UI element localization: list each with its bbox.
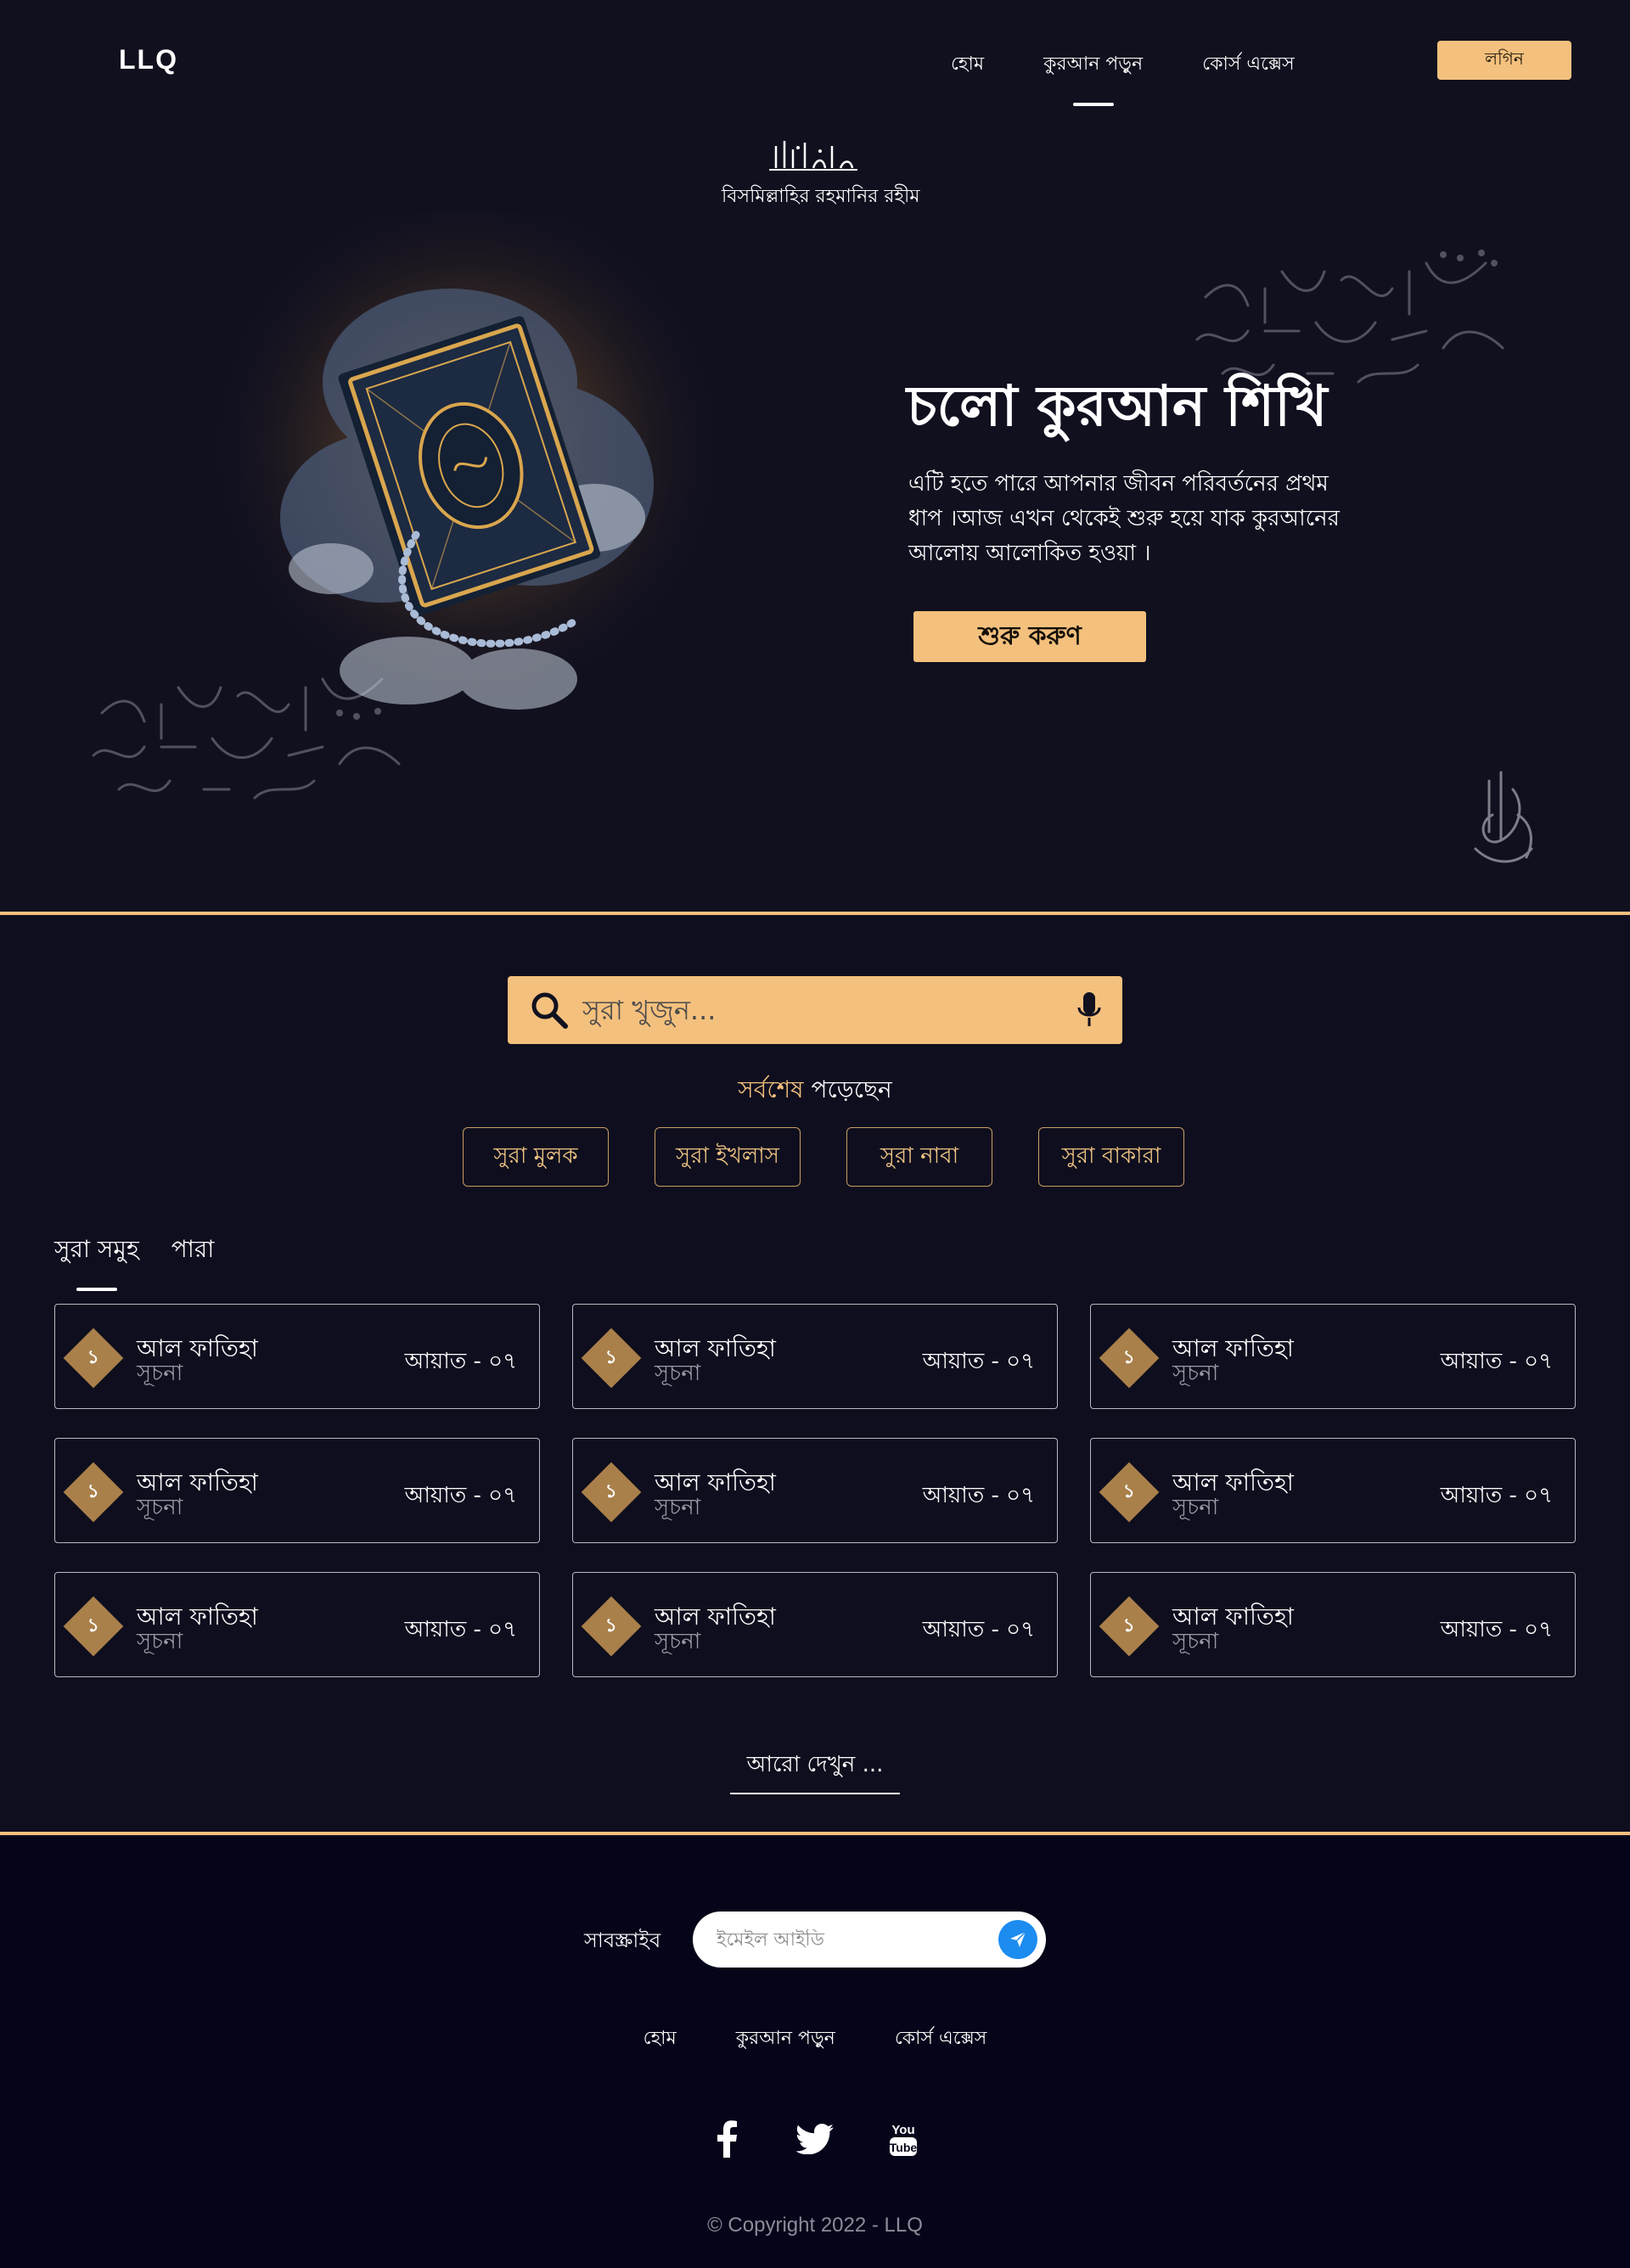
quran-illustration xyxy=(195,212,739,730)
hero-section: LLQ হোম কুরআন পড়ুন কোর্স এক্সেস লগিন বি… xyxy=(0,0,1630,912)
footer: সাবস্ক্রাইব হোম কুরআন পড়ুন কোর্স এক্সেস… xyxy=(0,1837,1630,2268)
bismillah-text: বিসমিল্লাহির রহমানির রহীম xyxy=(722,186,920,207)
sura-card[interactable]: ১ আল ফাতিহা সূচনা আয়াত - ০৭ xyxy=(54,1304,540,1409)
recent-sura-chip[interactable]: সুরা মুলক xyxy=(463,1127,609,1187)
sura-card[interactable]: ১ আল ফাতিহা সূচনা আয়াত - ০৭ xyxy=(572,1304,1058,1409)
sura-tabs: সুরা সমুহ পারা xyxy=(54,1231,214,1271)
youtube-icon[interactable]: You Tube xyxy=(885,2120,922,2158)
sura-meaning: সূচনা xyxy=(655,1495,701,1520)
see-more-link[interactable]: আরো দেখুন ... xyxy=(730,1747,900,1794)
sura-number-badge: ১ xyxy=(63,1462,124,1523)
hero-title: চলো কুরআন শিখি xyxy=(907,373,1328,439)
tab-suras[interactable]: সুরা সমুহ xyxy=(54,1231,139,1271)
main-nav: হোম কুরআন পড়ুন কোর্স এক্সেস xyxy=(951,49,1354,81)
paper-plane-icon xyxy=(1010,1931,1026,1947)
sura-meaning: সূচনা xyxy=(655,1629,701,1654)
facebook-icon[interactable] xyxy=(708,2120,745,2158)
nav-read-quran[interactable]: কুরআন পড়ুন xyxy=(1043,49,1143,81)
site-logo[interactable]: LLQ xyxy=(119,44,178,76)
recently-read-list: সুরা মুলক সুরা ইখলাস সুরা নাবা সুরা বাকা… xyxy=(463,1127,1184,1187)
sura-number-badge: ১ xyxy=(581,1328,642,1389)
recent-sura-chip[interactable]: সুরা ইখলাস xyxy=(655,1127,801,1187)
sura-card[interactable]: ১ আল ফাতিহা সূচনা আয়াত - ০৭ xyxy=(572,1572,1058,1677)
login-button[interactable]: লগিন xyxy=(1437,41,1571,80)
sura-ayat-count: আয়াত - ০৭ xyxy=(1440,1483,1553,1508)
sura-number-badge: ১ xyxy=(1099,1328,1160,1389)
sura-number: ১ xyxy=(87,1614,100,1636)
sura-number-badge: ১ xyxy=(581,1462,642,1523)
sura-ayat-count: আয়াত - ০৭ xyxy=(922,1349,1035,1374)
nav-home[interactable]: হোম xyxy=(951,49,984,81)
recent-sura-chip[interactable]: সুরা বাকারা xyxy=(1038,1127,1184,1187)
svg-text:Tube: Tube xyxy=(890,2141,918,2154)
sura-meaning: সূচনা xyxy=(1172,1361,1219,1386)
sura-search-bar[interactable] xyxy=(508,976,1122,1044)
sura-number-badge: ১ xyxy=(581,1596,642,1657)
sura-meaning: সূচনা xyxy=(137,1361,183,1386)
sura-meaning: সূচনা xyxy=(137,1629,183,1654)
search-icon xyxy=(531,992,568,1029)
footer-link-read-quran[interactable]: কুরআন পড়ুন xyxy=(736,2024,835,2055)
search-input[interactable] xyxy=(569,976,1076,1044)
sura-ayat-count: আয়াত - ০৭ xyxy=(404,1483,517,1508)
sura-number: ১ xyxy=(1122,1346,1136,1368)
sura-grid: ১ আল ফাতিহা সূচনা আয়াত - ০৭ ১ আল ফাতিহা… xyxy=(54,1304,1577,1677)
sura-card[interactable]: ১ আল ফাতিহা সূচনা আয়াত - ০৭ xyxy=(1090,1304,1576,1409)
sura-card[interactable]: ১ আল ফাতিহা সূচনা আয়াত - ০৭ xyxy=(54,1438,540,1543)
send-button[interactable] xyxy=(998,1920,1037,1959)
bismillah-calligraphy-icon xyxy=(769,141,857,171)
sura-ayat-count: আয়াত - ০৭ xyxy=(922,1483,1035,1508)
sura-number: ১ xyxy=(604,1346,618,1368)
sura-number: ১ xyxy=(604,1614,618,1636)
sura-ayat-count: আয়াত - ০৭ xyxy=(922,1617,1035,1642)
recently-read-title: সর্বশেষ পড়েছেন xyxy=(0,1071,1630,1111)
sura-ayat-count: আয়াত - ০৭ xyxy=(404,1617,517,1642)
copyright-text: © Copyright 2022 - LLQ xyxy=(707,2214,923,2237)
sura-card[interactable]: ১ আল ফাতিহা সূচনা আয়াত - ০৭ xyxy=(572,1438,1058,1543)
recently-read-rest: পড়েছেন xyxy=(803,1075,892,1103)
microphone-icon[interactable] xyxy=(1076,991,1102,1030)
sura-meaning: সূচনা xyxy=(1172,1495,1219,1520)
recent-sura-chip[interactable]: সুরা নাবা xyxy=(846,1127,992,1187)
sura-meaning: সূচনা xyxy=(137,1495,183,1520)
sura-number: ১ xyxy=(1122,1480,1136,1502)
footer-link-home[interactable]: হোম xyxy=(644,2024,677,2055)
sura-meaning: সূচনা xyxy=(1172,1629,1219,1654)
footer-nav: হোম কুরআন পড়ুন কোর্স এক্সেস xyxy=(0,2024,1630,2055)
sura-number-badge: ১ xyxy=(1099,1462,1160,1523)
sura-number: ১ xyxy=(1122,1614,1136,1636)
sura-ayat-count: আয়াত - ০৭ xyxy=(404,1349,517,1374)
recently-read-accent: সর্বশেষ xyxy=(738,1075,804,1103)
hero-divider xyxy=(0,912,1630,915)
arabic-calligraphy-emblem xyxy=(1474,771,1533,863)
email-input[interactable] xyxy=(693,1928,998,1951)
subscribe-form xyxy=(693,1912,1046,1968)
sura-number: ১ xyxy=(87,1346,100,1368)
svg-text:You: You xyxy=(891,2123,914,2137)
start-button[interactable]: শুরু করুণ xyxy=(913,611,1146,662)
sura-card[interactable]: ১ আল ফাতিহা সূচনা আয়াত - ০৭ xyxy=(54,1572,540,1677)
sura-number-badge: ১ xyxy=(63,1328,124,1389)
footer-divider xyxy=(0,1832,1630,1835)
sura-ayat-count: আয়াত - ০৭ xyxy=(1440,1349,1553,1374)
bismillah-block: বিসমিল্লাহির রহমানির রহীম xyxy=(722,138,920,213)
sura-number: ১ xyxy=(87,1480,100,1502)
subscribe-label: সাবস্ক্রাইব xyxy=(584,1928,661,1952)
sura-number: ১ xyxy=(604,1480,618,1502)
tab-para[interactable]: পারা xyxy=(171,1231,215,1271)
footer-link-course-access[interactable]: কোর্স এক্সেস xyxy=(895,2024,987,2055)
nav-course-access[interactable]: কোর্স এক্সেস xyxy=(1202,49,1295,81)
sura-ayat-count: আয়াত - ০৭ xyxy=(1440,1617,1553,1642)
sura-number-badge: ১ xyxy=(63,1596,124,1657)
sura-card[interactable]: ১ আল ফাতিহা সূচনা আয়াত - ০৭ xyxy=(1090,1438,1576,1543)
twitter-icon[interactable] xyxy=(796,2120,834,2158)
social-links: You Tube xyxy=(0,2120,1630,2158)
hero-description: এটি হতে পারে আপনার জীবন পরিবর্তনের প্রথম… xyxy=(908,471,1340,566)
sura-card[interactable]: ১ আল ফাতিহা সূচনা আয়াত - ০৭ xyxy=(1090,1572,1576,1677)
sura-meaning: সূচনা xyxy=(655,1361,701,1386)
sura-number-badge: ১ xyxy=(1099,1596,1160,1657)
